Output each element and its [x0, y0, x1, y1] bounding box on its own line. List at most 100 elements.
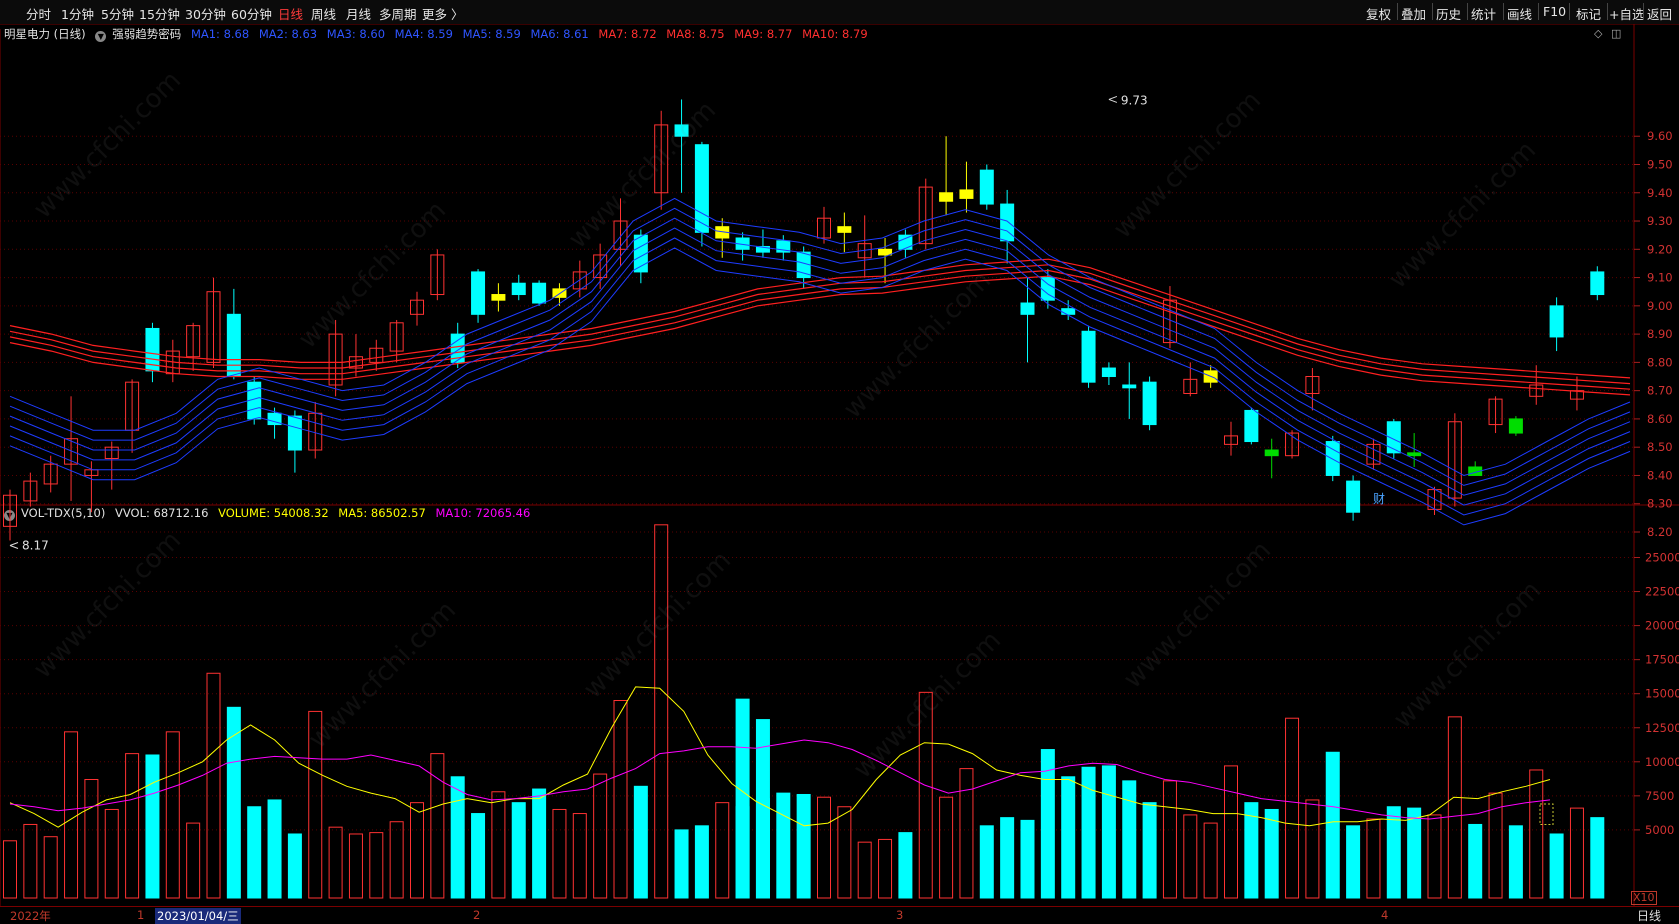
overlay-button[interactable]: 叠加 [1401, 4, 1426, 23]
tab-multi-period[interactable]: 多周期 [379, 4, 417, 23]
volume-bar-up[interactable] [593, 773, 608, 899]
candle-body[interactable] [1244, 409, 1259, 443]
volume-bar-down[interactable] [1061, 776, 1076, 899]
volume-bar-up[interactable] [715, 802, 730, 899]
volume-bar-up[interactable] [165, 731, 180, 899]
tab-fenshi[interactable]: 分时 [26, 4, 51, 23]
volume-bar-down[interactable] [145, 754, 160, 899]
volume-bar-up[interactable] [857, 841, 872, 899]
mark-button[interactable]: 标记 [1576, 4, 1601, 23]
volume-bar-down[interactable] [1142, 802, 1157, 899]
volume-bar-down[interactable] [979, 825, 994, 899]
volume-bar-up[interactable] [1569, 807, 1584, 899]
candle-body[interactable] [1061, 308, 1076, 315]
candle-body[interactable] [694, 144, 709, 233]
tab-1min[interactable]: 1分钟 [61, 4, 94, 23]
candle-body[interactable] [674, 124, 689, 137]
volume-bar-up[interactable] [84, 779, 99, 899]
volume-bar-up[interactable] [1285, 717, 1300, 899]
restore-rights-button[interactable]: 复权 [1366, 4, 1391, 23]
volume-bar-down[interactable] [1346, 825, 1361, 899]
volume-bar-down[interactable] [796, 793, 811, 899]
volume-bar-down[interactable] [450, 776, 465, 899]
candle-body[interactable] [959, 189, 974, 199]
volume-bar-up[interactable] [491, 791, 506, 899]
volume-bar-up[interactable] [817, 796, 831, 899]
candle-body[interactable] [1264, 449, 1279, 457]
candle-body[interactable] [878, 248, 893, 256]
volume-bar-up[interactable] [348, 833, 363, 899]
volume-bar-down[interactable] [532, 788, 547, 899]
volume-bar-down[interactable] [1468, 823, 1483, 899]
volume-bar-down[interactable] [674, 829, 689, 899]
volume-bar-down[interactable] [267, 799, 282, 899]
volume-bar-down[interactable] [633, 785, 648, 899]
candle-body[interactable] [491, 294, 506, 301]
volume-bar-down[interactable] [1101, 765, 1116, 899]
candle-body[interactable] [287, 415, 302, 451]
add-watchlist-button[interactable]: +自选 [1609, 4, 1644, 23]
volume-bar-up[interactable] [1183, 814, 1198, 899]
volume-bar-up[interactable] [878, 838, 893, 899]
volume-bar-up[interactable] [389, 821, 404, 899]
candle-body[interactable] [532, 282, 547, 304]
draw-line-button[interactable]: 画线 [1507, 4, 1532, 23]
volume-bar-down[interactable] [511, 802, 526, 899]
kline-chart[interactable]: 9.60 9.50 9.40 9.30 9.20 9.10 9.00 8.90 8.80 8.70… [0, 24, 1679, 906]
volume-bar-down[interactable] [755, 798, 770, 899]
volume-bar-up[interactable] [104, 808, 119, 899]
volume-bar-down[interactable] [776, 792, 791, 899]
candle-body[interactable] [837, 226, 852, 233]
volume-bar-up[interactable] [3, 840, 17, 899]
volume-bar-up[interactable] [572, 813, 587, 899]
volume-bar-up[interactable] [959, 768, 974, 899]
volume-bar-down[interactable] [1020, 819, 1035, 899]
volume-bar-down[interactable] [1264, 808, 1279, 899]
candle-body[interactable] [1407, 452, 1422, 457]
candle-body[interactable] [1590, 271, 1605, 296]
candle-body[interactable] [1081, 330, 1096, 383]
volume-bar-up[interactable] [64, 731, 79, 899]
volume-bar-up[interactable] [23, 823, 38, 899]
tab-5min[interactable]: 5分钟 [101, 4, 134, 23]
volume-bar-up[interactable] [939, 796, 954, 899]
volume-bar-up[interactable] [1366, 818, 1381, 899]
volume-bar-up[interactable] [125, 753, 140, 899]
volume-bar-down[interactable] [898, 832, 913, 899]
volume-bar-up[interactable] [613, 700, 628, 899]
volume-bar-up[interactable] [918, 691, 933, 899]
volume-bar-up[interactable] [654, 524, 669, 899]
volume-bar-down[interactable] [694, 825, 709, 899]
volume-bar-up[interactable] [206, 672, 221, 899]
volume-bar-up[interactable] [410, 802, 424, 899]
volume-bar-up[interactable] [1162, 780, 1177, 899]
volume-bar-up[interactable] [308, 710, 323, 899]
volume-bar-down[interactable] [1407, 807, 1422, 899]
volume-bar-down[interactable] [471, 813, 486, 899]
f10-button[interactable]: F10 [1543, 4, 1566, 19]
volume-bar-down[interactable] [247, 806, 262, 899]
volume-bar-up[interactable] [43, 836, 58, 899]
volume-bar-down[interactable] [287, 833, 302, 899]
volume-bar-down[interactable] [735, 806, 750, 899]
tab-more[interactable]: 更多 〉 [422, 4, 463, 23]
volume-bar-up[interactable] [1427, 814, 1442, 899]
volume-bar-up[interactable] [1529, 769, 1544, 899]
volume-bar-up[interactable] [369, 832, 384, 899]
volume-bar-up[interactable] [1305, 799, 1320, 899]
candle-body[interactable] [1346, 480, 1361, 513]
back-button[interactable]: 返回 [1647, 4, 1672, 23]
history-button[interactable]: 历史 [1436, 4, 1461, 23]
volume-bar-down[interactable] [1325, 751, 1340, 899]
candle-body[interactable] [979, 169, 994, 205]
candle-body[interactable] [471, 271, 486, 315]
volume-bar-down[interactable] [1590, 817, 1605, 899]
statistics-button[interactable]: 统计 [1471, 4, 1496, 23]
volume-bar-down[interactable] [1122, 780, 1137, 899]
tab-60min[interactable]: 60分钟 [231, 4, 272, 23]
candle-body[interactable] [226, 313, 241, 378]
candle-body[interactable] [1101, 367, 1116, 378]
volume-bar-up[interactable] [552, 808, 567, 899]
candle-body[interactable] [1020, 302, 1035, 315]
scale-badge[interactable]: X10 [1631, 891, 1657, 905]
